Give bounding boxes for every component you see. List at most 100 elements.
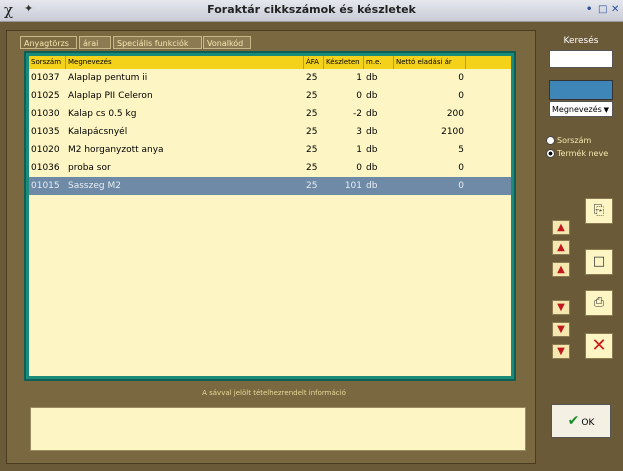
cell-sorszam: 01020 <box>31 145 60 155</box>
cell-afa: 25 <box>306 127 318 137</box>
product-table[interactable]: Sorszám Megnevezés ÁFA Készleten m.e. Ne… <box>29 56 511 376</box>
print-button[interactable]: ⎙ <box>585 290 613 316</box>
table-row[interactable]: 01035 Kalapácsnyél 25 3 db 2100 <box>29 123 511 141</box>
table-row[interactable]: 01037 Alaplap pentum ii 25 1 db 0 <box>29 69 511 87</box>
cell-sorszam: 01015 <box>31 181 60 191</box>
cell-sorszam: 01025 <box>31 91 60 101</box>
cell-afa: 25 <box>306 181 318 191</box>
cell-me: db <box>366 109 378 119</box>
window-title: Foraktár cikkszámok és készletek <box>207 3 416 16</box>
cell-me: db <box>366 145 378 155</box>
cell-megnevezes: Alaplap PII Celeron <box>68 91 153 101</box>
table-row[interactable]: 01015 Sasszeg M2 25 101 db 0 <box>29 177 511 195</box>
arrow-down-icon: ▼ <box>557 346 565 357</box>
cell-keszlet: 1 <box>356 73 362 83</box>
move-last-button[interactable]: ▼ <box>552 344 570 359</box>
copy-icon: ⎘ <box>593 203 605 218</box>
cell-keszlet: -2 <box>353 109 362 119</box>
minimize-icon[interactable]: • <box>586 4 592 15</box>
cell-ar: 200 <box>446 109 464 119</box>
cell-megnevezes: M2 horganyzott anya <box>68 145 164 155</box>
radio-dot-sorszam[interactable] <box>546 136 555 145</box>
cell-ar: 0 <box>458 181 464 191</box>
cell-sorszam: 01035 <box>31 127 60 137</box>
table-row[interactable]: 01036 proba sor 25 0 db 0 <box>29 159 511 177</box>
cell-afa: 25 <box>306 163 318 173</box>
table-header: Sorszám Megnevezés ÁFA Készleten m.e. Ne… <box>29 56 511 69</box>
cell-keszlet: 3 <box>356 127 362 137</box>
move-down-button[interactable]: ▼ <box>552 300 570 315</box>
tab-specialis-funkciok[interactable]: Speciális funkciók <box>113 36 202 49</box>
cell-me: db <box>366 163 378 173</box>
search-label: Keresés <box>563 36 599 46</box>
table-row[interactable]: 01030 Kalap cs 0.5 kg 25 -2 db 200 <box>29 105 511 123</box>
new-document-icon: □ <box>592 254 606 269</box>
col-header-afa[interactable]: ÁFA <box>304 56 324 69</box>
cell-afa: 25 <box>306 73 318 83</box>
new-button[interactable]: □ <box>585 249 613 275</box>
cell-sorszam: 01037 <box>31 73 60 83</box>
cell-afa: 25 <box>306 91 318 101</box>
cell-me: db <box>366 127 378 137</box>
main-window: χ ✦ Foraktár cikkszámok és készletek • □… <box>0 0 623 471</box>
checkmark-icon: ✔ <box>567 413 580 429</box>
radio-label-sorszam: Sorszám <box>557 136 592 145</box>
maximize-icon[interactable]: □ <box>598 4 607 15</box>
search-input[interactable] <box>549 50 613 68</box>
page-down-button[interactable]: ▼ <box>552 322 570 337</box>
cell-megnevezes: Kalapácsnyél <box>68 127 128 137</box>
cell-afa: 25 <box>306 145 318 155</box>
sort-field-select[interactable]: Megnevezés ▼ <box>549 101 613 117</box>
cell-me: db <box>366 73 378 83</box>
cell-keszlet: 0 <box>356 163 362 173</box>
cell-ar: 2100 <box>441 127 464 137</box>
cell-ar: 0 <box>458 73 464 83</box>
info-box[interactable] <box>30 407 526 451</box>
delete-button[interactable]: ✕ <box>585 333 613 359</box>
col-header-keszlet[interactable]: Készleten <box>324 56 364 69</box>
search-color-box <box>549 80 613 100</box>
table-row[interactable]: 01020 M2 horganyzott anya 25 1 db 5 <box>29 141 511 159</box>
arrow-up-icon: ▲ <box>557 242 565 253</box>
tab-arai[interactable]: árai <box>79 36 111 49</box>
radio-termek-neve[interactable]: Termék neve <box>546 149 608 161</box>
tab-anyagtorzs[interactable]: Anyagtörzs <box>20 36 77 49</box>
cell-keszlet: 1 <box>356 145 362 155</box>
arrow-up-icon: ▲ <box>557 222 565 233</box>
sort-field-value: Megnevezés <box>552 105 602 114</box>
col-header-netto-ar[interactable]: Nettó eladási ár <box>394 56 466 69</box>
col-header-me[interactable]: m.e. <box>364 56 394 69</box>
page-up-button[interactable]: ▲ <box>552 240 570 255</box>
arrow-down-icon: ▼ <box>557 302 565 313</box>
cell-megnevezes: Sasszeg M2 <box>68 181 121 191</box>
copy-button[interactable]: ⎘ <box>585 198 613 224</box>
cell-megnevezes: proba sor <box>68 163 111 173</box>
cell-ar: 0 <box>458 91 464 101</box>
ok-button[interactable]: ✔ OK <box>551 404 611 438</box>
cell-keszlet: 0 <box>356 91 362 101</box>
radio-dot-termek-neve[interactable] <box>546 149 555 158</box>
delete-icon: ✕ <box>591 335 607 356</box>
cell-ar: 0 <box>458 163 464 173</box>
tab-vonalkod[interactable]: Vonalkód <box>203 36 251 49</box>
cell-me: db <box>366 91 378 101</box>
title-bar[interactable]: χ ✦ Foraktár cikkszámok és készletek • □… <box>0 0 623 22</box>
arrow-down-icon: ▼ <box>557 324 565 335</box>
arrow-up-icon: ▲ <box>557 264 565 275</box>
table-row[interactable]: 01025 Alaplap PII Celeron 25 0 db 0 <box>29 87 511 105</box>
close-icon[interactable]: ✕ <box>611 4 619 15</box>
ok-label: OK <box>581 418 595 428</box>
chevron-down-icon[interactable]: ▼ <box>604 102 609 118</box>
info-label: A sávval jelölt tételhezrendelt informác… <box>202 389 346 397</box>
col-header-sorszam[interactable]: Sorszám <box>29 56 66 69</box>
cell-keszlet: 101 <box>344 181 362 191</box>
move-first-button[interactable]: ▲ <box>552 220 570 235</box>
cell-megnevezes: Kalap cs 0.5 kg <box>68 109 137 119</box>
cell-sorszam: 01036 <box>31 163 60 173</box>
radio-sorszam[interactable]: Sorszám <box>546 136 591 148</box>
cell-ar: 5 <box>458 145 464 155</box>
col-header-megnevezes[interactable]: Megnevezés <box>66 56 304 69</box>
move-up-button[interactable]: ▲ <box>552 262 570 277</box>
cell-afa: 25 <box>306 109 318 119</box>
radio-label-termek-neve: Termék neve <box>557 149 609 158</box>
